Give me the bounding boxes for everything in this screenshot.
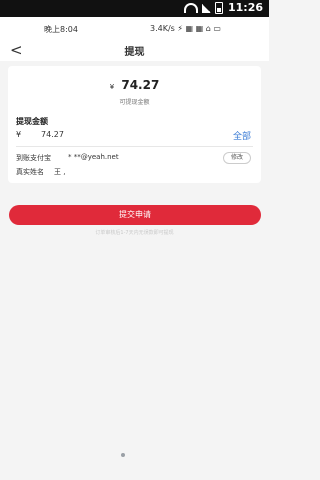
withdraw-label: 提现金额 bbox=[16, 117, 48, 126]
wifi-icon bbox=[184, 3, 198, 13]
real-name-row: 真实姓名 王 , bbox=[16, 167, 253, 179]
submit-hint: 订单审核后1-7天内无误款即可提现 bbox=[95, 230, 174, 236]
divider bbox=[16, 146, 253, 147]
amount-caption: 可提现金额 bbox=[119, 99, 150, 106]
alipay-account-label: 到账支付宝 bbox=[16, 154, 51, 162]
withdraw-amount-input[interactable]: 74.27 bbox=[41, 130, 64, 139]
cellular-icon bbox=[202, 3, 211, 13]
status-time-text: 晚上8:04 bbox=[44, 25, 78, 34]
alipay-account-value: * **@yeah.net bbox=[68, 153, 119, 161]
system-time: 11:26 bbox=[227, 1, 263, 14]
status-network-text: 3.4K/s ⚡ ▦ ▦ ⌂ ▭ bbox=[150, 24, 221, 33]
withdraw-input-row[interactable]: ¥ 74.27 全部 bbox=[16, 129, 253, 143]
currency-symbol: ¥ bbox=[109, 83, 115, 91]
alipay-account-row: 到账支付宝 * **@yeah.net 修改 bbox=[16, 152, 253, 164]
available-amount: ¥ 74.27 bbox=[8, 78, 261, 92]
amount-value: 74.27 bbox=[121, 78, 160, 92]
status-icons bbox=[184, 2, 223, 14]
real-name-value: 王 , bbox=[54, 168, 66, 176]
page-header: < 提现 bbox=[0, 39, 269, 61]
real-name-label: 真实姓名 bbox=[16, 168, 44, 176]
home-indicator-dot bbox=[121, 453, 125, 457]
app-status-line: 晚上8:04 3.4K/s ⚡ ▦ ▦ ⌂ ▭ bbox=[0, 17, 269, 39]
system-status-bar: 11:26 bbox=[0, 0, 269, 17]
battery-icon bbox=[215, 2, 223, 14]
withdraw-card: ¥ 74.27 可提现金额 提现金额 ¥ 74.27 全部 到账支付宝 * **… bbox=[8, 66, 261, 183]
available-amount-block: ¥ 74.27 可提现金额 bbox=[8, 78, 261, 106]
submit-button[interactable]: 提交申请 bbox=[9, 205, 261, 225]
edit-account-button[interactable]: 修改 bbox=[223, 152, 251, 164]
withdraw-all-button[interactable]: 全部 bbox=[233, 129, 251, 142]
input-currency-symbol: ¥ bbox=[16, 130, 22, 139]
page-title: 提现 bbox=[124, 47, 145, 58]
